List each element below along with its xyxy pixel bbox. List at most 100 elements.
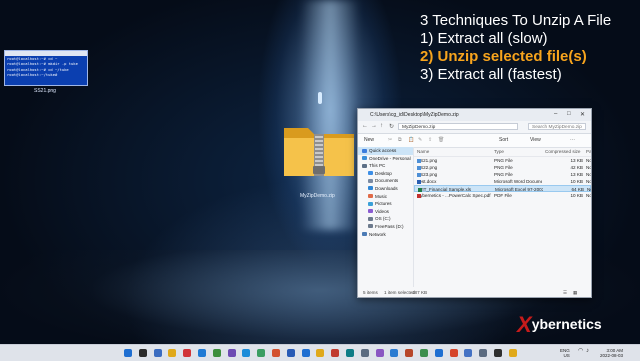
- sidebar-item-label: OneDrive - Personal: [369, 155, 411, 161]
- taskbar-app-icon[interactable]: [449, 349, 458, 357]
- file-compressed-size: 13 KB: [570, 172, 583, 177]
- refresh-icon[interactable]: ↻: [389, 123, 394, 130]
- sidebar-item[interactable]: OneDrive - Personal: [358, 155, 413, 163]
- file-row[interactable]: SS21.png PNG File 13 KB No: [414, 157, 591, 164]
- file-name: SS21.png: [417, 158, 491, 163]
- taskbar-app-icon[interactable]: [286, 349, 295, 357]
- tiles-view-icon[interactable]: ▦: [573, 290, 577, 296]
- taskbar-app-icon[interactable]: [257, 349, 266, 357]
- taskbar-app-icon[interactable]: [124, 349, 132, 357]
- column-name[interactable]: Name: [417, 149, 429, 154]
- paste-icon[interactable]: 📋: [408, 137, 414, 143]
- file-password-protected: No: [586, 158, 592, 163]
- taskbar-app-icon[interactable]: [168, 349, 177, 357]
- new-button[interactable]: New: [364, 137, 374, 143]
- back-icon[interactable]: ←: [362, 123, 368, 129]
- zip-folder-icon[interactable]: [280, 118, 358, 180]
- sidebar-item-icon: [368, 171, 373, 176]
- taskbar-app-icon[interactable]: [464, 349, 473, 357]
- file-type-icon: [417, 180, 421, 184]
- sidebar-item[interactable]: FreePass (D:): [358, 223, 413, 231]
- logo-x-mark: X: [517, 312, 532, 337]
- sidebar-item[interactable]: Videos: [358, 208, 413, 216]
- taskbar-app-icon[interactable]: [420, 349, 428, 357]
- taskbar-app-icon[interactable]: [494, 349, 502, 357]
- minimize-icon[interactable]: –: [554, 111, 557, 117]
- file-row[interactable]: SS22.png PNG File 42 KB No: [414, 164, 591, 171]
- close-icon[interactable]: ✕: [580, 111, 585, 118]
- maximize-icon[interactable]: □: [567, 111, 571, 117]
- search-input[interactable]: Search MyZipDemo.zip: [528, 123, 586, 130]
- details-view-icon[interactable]: ☰: [563, 290, 567, 296]
- taskbar-app-icon[interactable]: [212, 349, 221, 357]
- copy-icon[interactable]: ⧉: [398, 137, 402, 143]
- column-password[interactable]: Pa: [586, 149, 591, 154]
- taskbar-app-icon[interactable]: [242, 349, 251, 357]
- sidebar-item[interactable]: Desktop: [358, 170, 413, 178]
- taskbar-app-icon[interactable]: [508, 349, 517, 357]
- rename-icon[interactable]: ✎: [418, 137, 422, 143]
- more-options-icon[interactable]: ⋯: [570, 137, 575, 143]
- sidebar-item[interactable]: OS (C:): [358, 215, 413, 223]
- sidebar-item-icon: [368, 201, 373, 206]
- share-icon[interactable]: ⇪: [428, 137, 432, 143]
- sidebar-item-label: This PC: [369, 163, 386, 169]
- volume-icon[interactable]: ♪: [586, 348, 589, 354]
- sidebar-item[interactable]: Pictures: [358, 200, 413, 208]
- wifi-icon[interactable]: ◠: [578, 348, 583, 354]
- tutorial-overlay: 3 Techniques To Unzip A File 1) Extract …: [420, 12, 611, 84]
- taskbar-app-icon[interactable]: [405, 349, 414, 357]
- taskbar-app-icon[interactable]: [198, 349, 206, 357]
- taskbar-app-icon[interactable]: [153, 349, 162, 357]
- desktop-file-label[interactable]: SS21.png: [34, 88, 56, 94]
- taskbar-app-icon[interactable]: [301, 349, 310, 357]
- taskbar-app-icon[interactable]: [390, 349, 399, 357]
- taskbar-app-icon[interactable]: [316, 349, 325, 357]
- taskbar-app-icon[interactable]: [375, 349, 384, 357]
- zip-file-label[interactable]: MyZipDemo.zip: [300, 193, 335, 199]
- view-button[interactable]: View: [530, 137, 541, 143]
- file-explorer-window[interactable]: C:\Users\cg_id\Desktop\MyZipDemo.zip – □…: [357, 108, 592, 298]
- taskbar-app-icon[interactable]: [346, 349, 354, 357]
- delete-icon[interactable]: 🗑: [438, 137, 444, 143]
- column-compressed-size[interactable]: Compressed size: [545, 149, 581, 154]
- column-type[interactable]: Type: [494, 149, 504, 154]
- address-bar[interactable]: MyZipDemo.zip: [398, 123, 518, 130]
- sidebar-item[interactable]: Downloads: [358, 185, 413, 193]
- taskbar-app-icon[interactable]: [434, 349, 443, 357]
- command-bar: New ✂ ⧉ 📋 ✎ ⇪ 🗑 Sort View ⋯: [358, 134, 591, 148]
- region-code: US: [563, 353, 570, 358]
- taskbar-app-icon[interactable]: [138, 349, 147, 357]
- sidebar-item[interactable]: Music: [358, 193, 413, 201]
- taskbar-app-icon[interactable]: [272, 349, 280, 357]
- taskbar-app-icon[interactable]: [479, 349, 488, 357]
- sidebar-item[interactable]: Documents: [358, 177, 413, 185]
- cut-icon[interactable]: ✂: [388, 137, 392, 143]
- file-name: Test.docx: [417, 179, 491, 184]
- taskbar-app-icon[interactable]: [360, 349, 369, 357]
- taskbar-app-icon[interactable]: [183, 349, 192, 357]
- file-row[interactable]: Test.docx Microsoft Word Document 10 KB No: [414, 178, 591, 185]
- file-list-header: Name Type Compressed size Pa: [414, 147, 591, 157]
- file-row[interactable]: WIT_Financial Sample.xls Microsoft Excel …: [414, 185, 591, 192]
- navigation-pane: Quick access OneDrive - Personal This PC De…: [358, 147, 414, 287]
- sort-button[interactable]: Sort: [499, 137, 508, 143]
- address-bar-row: ← → ↑ ↻ MyZipDemo.zip Search MyZipDemo.z…: [358, 121, 591, 134]
- taskbar-app-icon[interactable]: [227, 349, 236, 357]
- taskbar-app-icon[interactable]: [331, 349, 340, 357]
- overlay-item-1: 1) Extract all (slow): [420, 30, 548, 47]
- sidebar-item[interactable]: Quick access: [358, 147, 413, 155]
- up-icon[interactable]: ↑: [380, 123, 383, 129]
- sidebar-item-icon: [362, 163, 367, 168]
- sidebar-item[interactable]: Network: [358, 231, 413, 239]
- desktop-terminal-thumbnail[interactable]: root@localhost:~# cd ~ root@localhost:~#…: [4, 50, 88, 86]
- file-row[interactable]: Xybernetics - ...PowerCalc Spec.pdf PDF F…: [414, 192, 591, 199]
- forward-icon[interactable]: →: [371, 123, 377, 129]
- file-compressed-size: 10 KB: [570, 193, 583, 198]
- file-password-protected: No: [586, 165, 592, 170]
- language-indicator[interactable]: ENG US: [560, 348, 570, 358]
- sidebar-item[interactable]: This PC: [358, 162, 413, 170]
- clock[interactable]: 3:00 AM 2022-08-03: [600, 348, 623, 358]
- file-type: PNG File: [494, 158, 513, 163]
- file-row[interactable]: SS23.png PNG File 13 KB No: [414, 171, 591, 178]
